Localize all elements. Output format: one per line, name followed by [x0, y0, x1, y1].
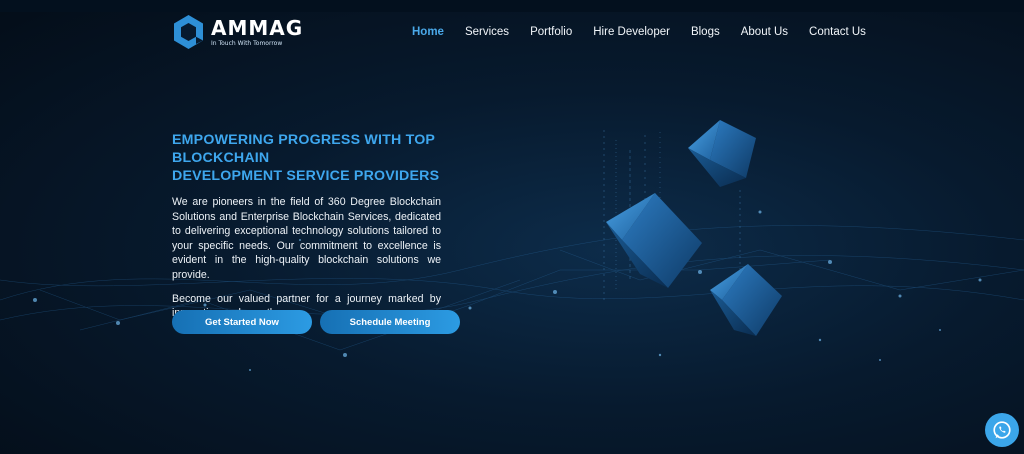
get-started-button[interactable]: Get Started Now [172, 310, 312, 334]
hero-headline-line-2: DEVELOPMENT SERVICE PROVIDERS [172, 168, 440, 184]
brand-tagline: In Touch With Tomorrow [211, 40, 283, 47]
hero-headline: EMPOWERING PROGRESS WITH TOP BLOCKCHAIN … [172, 131, 517, 185]
hexagon-logo-icon [174, 15, 203, 49]
nav-item-hire-developer[interactable]: Hire Developer [593, 26, 670, 38]
cube-middle [606, 193, 702, 288]
whatsapp-icon [993, 421, 1011, 439]
hero-headline-line-1: EMPOWERING PROGRESS WITH TOP BLOCKCHAIN [172, 132, 435, 166]
hero-description: We are pioneers in the field of 360 Degr… [172, 196, 441, 281]
nav-item-services[interactable]: Services [465, 26, 509, 38]
whatsapp-chat-button[interactable] [985, 413, 1019, 447]
brand-name: AMMAG [211, 16, 304, 40]
nav-item-blogs[interactable]: Blogs [691, 26, 720, 38]
nav-item-home[interactable]: Home [412, 26, 444, 38]
nav-item-portfolio[interactable]: Portfolio [530, 26, 572, 38]
main-navigation: Home Services Portfolio Hire Developer B… [412, 26, 887, 38]
hero-actions: Get Started Now Schedule Meeting [172, 310, 460, 334]
nav-item-about-us[interactable]: About Us [741, 26, 788, 38]
hero-section: EMPOWERING PROGRESS WITH TOP BLOCKCHAIN … [172, 131, 517, 321]
brand-logo[interactable]: AMMAG In Touch With Tomorrow [172, 14, 303, 50]
schedule-meeting-button[interactable]: Schedule Meeting [320, 310, 460, 334]
cube-top [688, 120, 756, 187]
nav-item-contact-us[interactable]: Contact Us [809, 26, 866, 38]
cube-bottom [710, 264, 782, 336]
